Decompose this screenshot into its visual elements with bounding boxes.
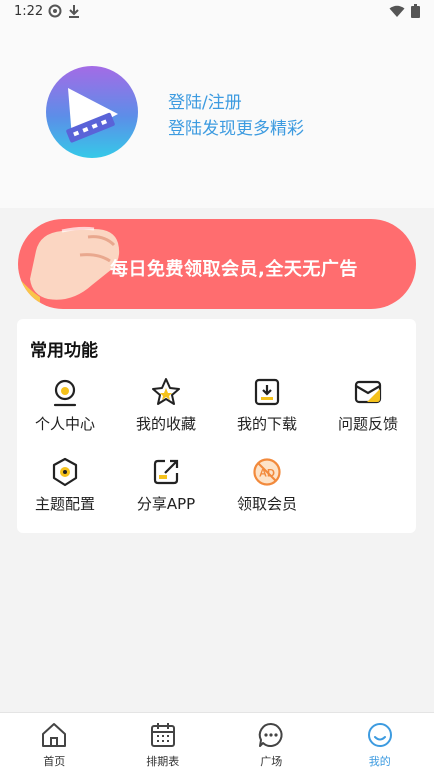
nav-label: 我的 xyxy=(326,753,434,769)
battery-icon xyxy=(411,4,420,18)
feature-label: 我的下载 xyxy=(217,413,317,434)
smiley-icon xyxy=(366,721,394,749)
home-icon xyxy=(40,721,68,749)
nav-label: 首页 xyxy=(0,753,109,769)
chat-icon xyxy=(257,721,285,749)
download-icon xyxy=(252,377,282,407)
feature-label: 分享APP xyxy=(116,493,216,514)
member-banner[interactable]: 每日免费领取会员,全天无广告 xyxy=(18,219,416,309)
nav-home[interactable]: 首页 xyxy=(0,713,109,774)
feature-label: 领取会员 xyxy=(217,493,317,514)
theme-icon xyxy=(50,457,80,487)
banner-text: 每日免费领取会员,全天无广告 xyxy=(110,255,358,281)
feature-personal-center[interactable]: 个人中心 xyxy=(15,377,115,437)
nav-schedule[interactable]: 排期表 xyxy=(109,713,218,774)
feature-label: 我的收藏 xyxy=(116,413,216,434)
nav-mine[interactable]: 我的 xyxy=(326,713,434,774)
login-subtitle: 登陆发现更多精彩 xyxy=(168,116,304,142)
status-left-icons xyxy=(48,3,80,19)
feedback-mail-icon xyxy=(353,377,383,407)
status-time: 1:22 xyxy=(14,4,43,19)
feature-feedback[interactable]: 问题反馈 xyxy=(318,377,418,437)
feature-downloads[interactable]: 我的下载 xyxy=(217,377,317,437)
feature-theme[interactable]: 主题配置 xyxy=(15,457,115,517)
share-icon xyxy=(151,457,181,487)
feature-label: 主题配置 xyxy=(15,493,115,514)
login-register-link[interactable]: 登陆/注册 xyxy=(168,90,304,116)
ad-free-icon: AD xyxy=(252,457,282,487)
feature-label: 个人中心 xyxy=(15,413,115,434)
profile-header: 登陆/注册 登陆发现更多精彩 xyxy=(0,24,434,208)
nav-label: 广场 xyxy=(217,753,326,769)
star-icon xyxy=(151,377,181,407)
nav-square[interactable]: 广场 xyxy=(217,713,326,774)
nav-label: 排期表 xyxy=(109,753,218,769)
calendar-icon xyxy=(149,721,177,749)
feature-favorites[interactable]: 我的收藏 xyxy=(116,377,216,437)
sync-icon xyxy=(48,3,62,19)
features-title: 常用功能 xyxy=(30,336,98,361)
status-bar: 1:22 xyxy=(0,0,434,24)
person-center-icon xyxy=(50,377,80,407)
status-right-icons xyxy=(389,4,420,18)
download-status-icon xyxy=(68,3,80,19)
bottom-nav: 首页 排期表 广场 我的 xyxy=(0,712,434,774)
feature-claim-membership[interactable]: AD 领取会员 xyxy=(217,457,317,517)
app-logo-icon[interactable] xyxy=(46,66,138,158)
feature-label: 问题反馈 xyxy=(318,413,418,434)
features-card: 常用功能 个人中心 我的收藏 我的下载 问题反馈 xyxy=(17,319,416,533)
feature-share[interactable]: 分享APP xyxy=(116,457,216,517)
wifi-icon xyxy=(389,5,405,18)
